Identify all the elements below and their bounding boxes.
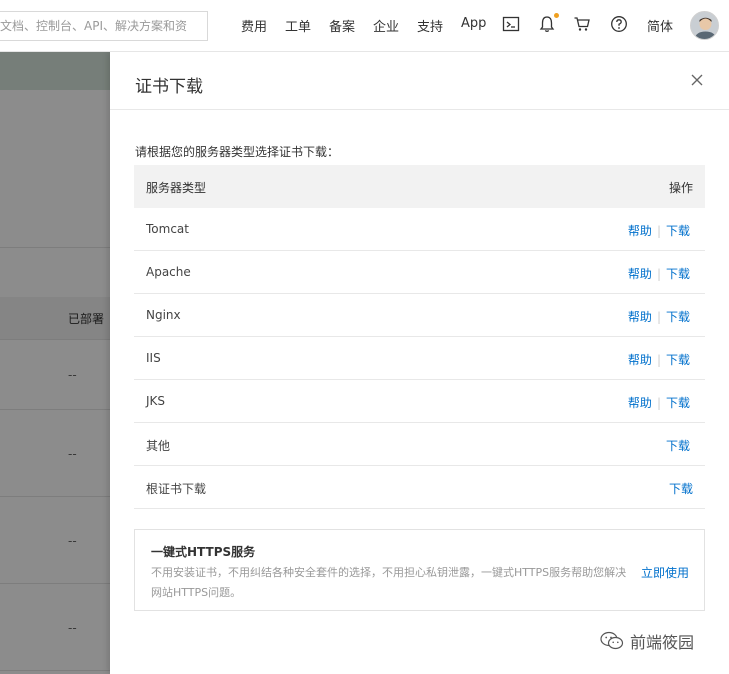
nav-support[interactable]: 支持 (417, 16, 443, 35)
column-header-server-type: 服务器类型 (146, 181, 207, 195)
download-link[interactable]: 下载 (669, 482, 693, 496)
server-type-name: JKS (146, 394, 166, 408)
separator: | (656, 224, 661, 238)
row-actions: 帮助 | 下载 (628, 351, 690, 368)
help-link[interactable]: 帮助 (628, 310, 652, 324)
help-link[interactable]: 帮助 (628, 396, 652, 410)
wechat-icon (600, 631, 624, 650)
server-type-name: Nginx (146, 308, 181, 322)
table-row: Apache 帮助 | 下载 (134, 251, 705, 294)
separator: | (656, 267, 661, 281)
download-link[interactable]: 下载 (666, 267, 690, 281)
divider (110, 109, 729, 110)
use-now-link[interactable]: 立即使用 (641, 563, 689, 583)
bell-icon[interactable] (538, 15, 558, 35)
column-header-action: 操作 (668, 181, 693, 195)
watermark: 前端筱园 (600, 630, 694, 652)
separator: | (656, 310, 661, 324)
cart-icon[interactable] (573, 15, 593, 35)
instruction-text: 请根据您的服务器类型选择证书下载： (135, 145, 340, 159)
drawer-title: 证书下载 (135, 77, 203, 97)
table-row: Nginx 帮助 | 下载 (134, 294, 705, 337)
close-icon[interactable] (690, 73, 706, 89)
nav-tickets[interactable]: 工单 (285, 16, 311, 35)
download-link[interactable]: 下载 (666, 310, 690, 324)
https-service-promo: 一键式HTTPS服务 不用安装证书，不用纠结各种安全套件的选择，不用担心私钥泄露… (134, 529, 705, 611)
row-actions: 下载 (669, 480, 693, 497)
server-type-table: 服务器类型 操作 Tomcat 帮助 | 下载 Apache 帮助 | 下载 Nginx… (134, 165, 705, 509)
notification-dot (554, 13, 559, 18)
table-header: 服务器类型 操作 (134, 165, 705, 208)
download-link[interactable]: 下载 (666, 396, 690, 410)
nav-fees[interactable]: 费用 (241, 16, 267, 35)
promo-title: 一键式HTTPS服务 (151, 545, 256, 559)
server-type-name: IIS (146, 351, 161, 365)
server-type-name: Tomcat (146, 222, 189, 236)
row-actions: 帮助 | 下载 (628, 222, 690, 239)
nav-filing[interactable]: 备案 (329, 16, 355, 35)
table-row: JKS 帮助 | 下载 (134, 380, 705, 423)
global-search[interactable] (0, 11, 208, 41)
row-actions: 下载 (666, 437, 690, 454)
server-type-name: Apache (146, 265, 191, 279)
top-navigation-bar: 费用 工单 备案 企业 支持 App 简体 (0, 0, 729, 52)
server-type-name: 其他 (146, 439, 171, 453)
table-row: Tomcat 帮助 | 下载 (134, 208, 705, 251)
row-actions: 帮助 | 下载 (628, 265, 690, 282)
separator: | (656, 353, 661, 367)
avatar[interactable] (690, 11, 719, 40)
table-row: 根证书下载 下载 (134, 466, 705, 509)
watermark-text: 前端筱园 (630, 633, 695, 652)
terminal-icon[interactable] (502, 15, 522, 35)
language-switch[interactable]: 简体 (647, 16, 673, 35)
nav-app[interactable]: App (461, 16, 486, 31)
download-link[interactable]: 下载 (666, 439, 690, 453)
row-actions: 帮助 | 下载 (628, 308, 690, 325)
separator: | (656, 396, 661, 410)
promo-description: 不用安装证书，不用纠结各种安全套件的选择，不用担心私钥泄露，一键式HTTPS服务… (151, 566, 627, 599)
help-icon[interactable] (610, 15, 630, 35)
help-link[interactable]: 帮助 (628, 267, 652, 281)
download-link[interactable]: 下载 (666, 224, 690, 238)
server-type-name: 根证书下载 (146, 482, 207, 496)
table-row: IIS 帮助 | 下载 (134, 337, 705, 380)
download-link[interactable]: 下载 (666, 353, 690, 367)
help-link[interactable]: 帮助 (628, 224, 652, 238)
search-input[interactable] (0, 12, 207, 40)
help-link[interactable]: 帮助 (628, 353, 652, 367)
certificate-download-drawer: 证书下载 请根据您的服务器类型选择证书下载： 服务器类型 操作 Tomcat 帮… (110, 52, 729, 674)
nav-enterprise[interactable]: 企业 (373, 16, 399, 35)
row-actions: 帮助 | 下载 (628, 394, 690, 411)
table-row: 其他 下载 (134, 423, 705, 466)
